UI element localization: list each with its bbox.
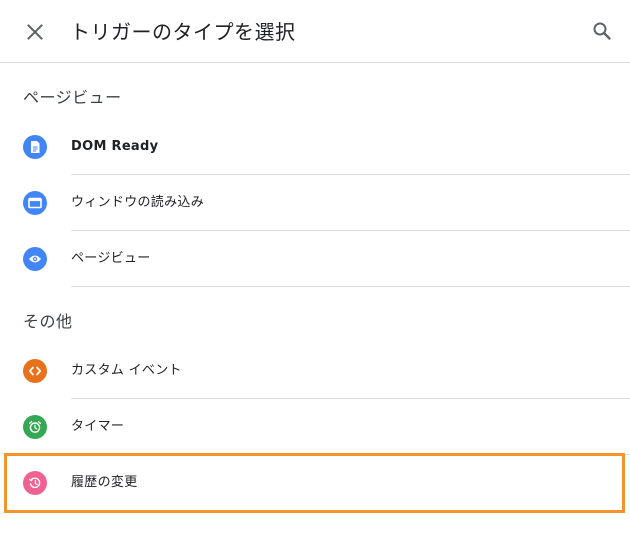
code-icon	[23, 359, 47, 383]
close-icon	[27, 24, 43, 40]
trigger-item-pageview[interactable]: ページビュー	[0, 231, 630, 287]
search-button[interactable]	[589, 18, 615, 44]
trigger-item-label: ページビュー	[71, 251, 151, 266]
section-title-pageview: ページビュー	[23, 88, 122, 107]
trigger-item-dom-ready[interactable]: DOM Ready	[0, 119, 630, 175]
dialog-title: トリガーのタイプを選択	[70, 20, 296, 44]
trigger-item-label: ウィンドウの読み込み	[71, 195, 205, 210]
alarm-icon	[23, 415, 47, 439]
window-icon	[23, 191, 47, 215]
trigger-item-label: カスタム イベント	[71, 363, 182, 378]
trigger-item-history-change[interactable]: 履歴の変更	[0, 455, 630, 511]
eye-icon	[23, 247, 47, 271]
divider	[71, 286, 630, 287]
trigger-item-label: 履歴の変更	[71, 475, 138, 490]
document-icon	[23, 135, 47, 159]
trigger-item-window-loaded[interactable]: ウィンドウの読み込み	[0, 175, 630, 231]
trigger-item-label: DOM Ready	[71, 139, 159, 154]
trigger-item-timer[interactable]: タイマー	[0, 399, 630, 455]
search-icon	[593, 22, 611, 40]
trigger-item-label: タイマー	[71, 419, 125, 434]
section-title-other: その他	[23, 312, 73, 331]
history-icon	[23, 471, 47, 495]
dialog-header: トリガーのタイプを選択	[0, 0, 630, 63]
close-button[interactable]	[22, 19, 48, 45]
trigger-item-custom-event[interactable]: カスタム イベント	[0, 343, 630, 399]
